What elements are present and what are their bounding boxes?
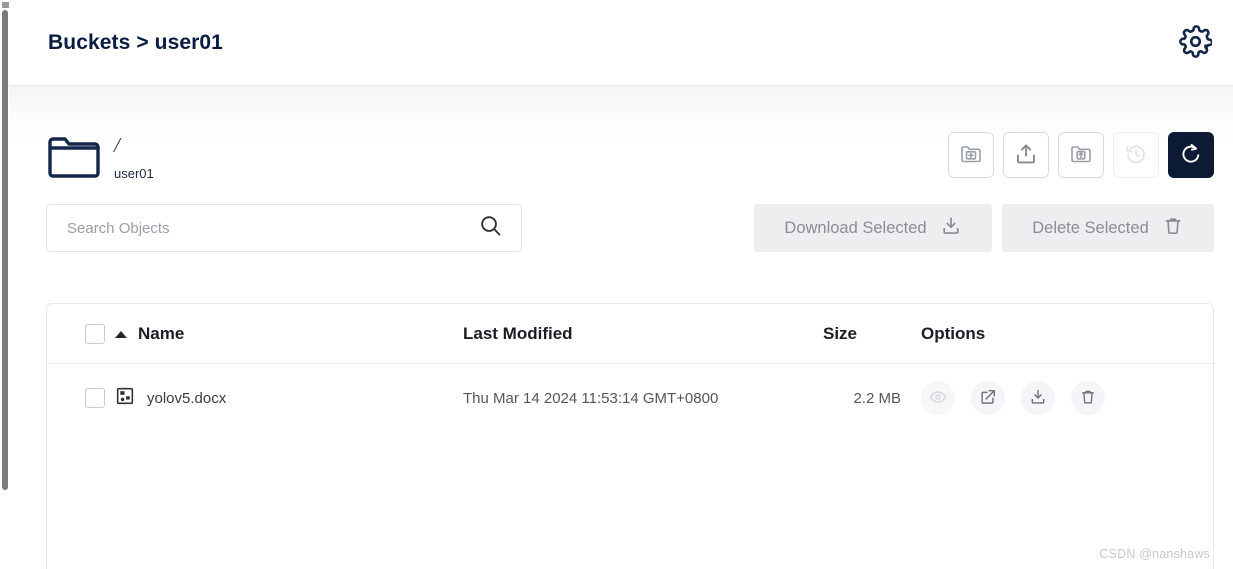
select-all-checkbox[interactable] bbox=[85, 324, 105, 344]
column-header-last-modified[interactable]: Last Modified bbox=[463, 304, 823, 364]
trash-icon bbox=[1162, 215, 1184, 242]
search-and-bulk-actions: Download Selected Delete Selected bbox=[46, 204, 1214, 252]
delete-selected-label: Delete Selected bbox=[1032, 219, 1149, 238]
search-icon[interactable] bbox=[478, 213, 503, 243]
gear-icon bbox=[1179, 25, 1212, 61]
breadcrumb: Buckets > user01 bbox=[48, 31, 223, 55]
preview-eye-icon bbox=[929, 388, 947, 409]
share-button[interactable] bbox=[971, 381, 1005, 415]
history-icon bbox=[1124, 142, 1148, 169]
download-selected-button[interactable]: Download Selected bbox=[754, 204, 992, 252]
content-area: / user01 bbox=[9, 86, 1233, 569]
download-selected-label: Download Selected bbox=[784, 219, 926, 238]
folder-icon bbox=[46, 131, 102, 179]
select-all-cell bbox=[47, 304, 115, 364]
share-icon bbox=[979, 388, 997, 409]
folder-info: / user01 bbox=[46, 130, 154, 181]
refresh-button[interactable] bbox=[1168, 132, 1214, 178]
version-history-button[interactable] bbox=[1113, 132, 1159, 178]
delete-selected-button[interactable]: Delete Selected bbox=[1002, 204, 1214, 252]
upload-file-icon bbox=[1014, 142, 1038, 169]
folder-toolbar-row: / user01 bbox=[46, 124, 1214, 186]
row-select-cell bbox=[47, 364, 115, 433]
page-header: Buckets > user01 bbox=[9, 0, 1233, 86]
table-header: Name Last Modified Size Options bbox=[47, 304, 1213, 364]
bulk-action-group: Download Selected Delete Selected bbox=[754, 204, 1214, 252]
download-icon bbox=[1029, 388, 1047, 409]
row-last-modified: Thu Mar 14 2024 11:53:14 GMT+0800 bbox=[463, 364, 823, 433]
folder-path-root: / bbox=[114, 134, 154, 156]
row-file-name: yolov5.docx bbox=[147, 390, 226, 407]
column-header-options-label: Options bbox=[907, 324, 985, 344]
row-size: 2.2 MB bbox=[823, 364, 907, 433]
search-objects-box[interactable] bbox=[46, 204, 522, 252]
folder-name: user01 bbox=[114, 167, 154, 181]
upload-file-button[interactable] bbox=[1003, 132, 1049, 178]
upload-folder-icon bbox=[1069, 142, 1093, 169]
sort-asc-icon bbox=[115, 331, 127, 338]
refresh-icon bbox=[1179, 142, 1203, 169]
csdn-watermark: CSDN @nanshaws bbox=[1099, 547, 1210, 561]
column-header-options: Options bbox=[907, 304, 1213, 364]
download-button[interactable] bbox=[1021, 381, 1055, 415]
page-scrollbar-thumb-cap[interactable] bbox=[2, 2, 9, 8]
download-icon bbox=[940, 215, 962, 242]
trash-icon bbox=[1079, 388, 1097, 409]
document-image-icon bbox=[115, 386, 135, 410]
row-name-cell: yolov5.docx bbox=[115, 364, 463, 433]
upload-folder-button[interactable] bbox=[1058, 132, 1104, 178]
objects-table-card: Name Last Modified Size Options bbox=[46, 303, 1214, 569]
row-options-cell bbox=[907, 364, 1213, 433]
folder-path: / user01 bbox=[114, 130, 154, 181]
search-input[interactable] bbox=[67, 220, 478, 237]
settings-button[interactable] bbox=[1173, 21, 1217, 65]
preview-button[interactable] bbox=[921, 381, 955, 415]
minio-object-browser: Buckets > user01 / bbox=[0, 0, 1233, 569]
table-header-row: Name Last Modified Size Options bbox=[47, 304, 1213, 364]
objects-table: Name Last Modified Size Options bbox=[47, 304, 1213, 432]
folder-actions bbox=[948, 132, 1214, 178]
column-header-name-label: Name bbox=[138, 324, 184, 344]
delete-button[interactable] bbox=[1071, 381, 1105, 415]
table-body: yolov5.docx Thu Mar 14 2024 11:53:14 GMT… bbox=[47, 364, 1213, 433]
page-scrollbar[interactable] bbox=[2, 10, 8, 490]
table-row[interactable]: yolov5.docx Thu Mar 14 2024 11:53:14 GMT… bbox=[47, 364, 1213, 433]
create-folder-button[interactable] bbox=[948, 132, 994, 178]
column-header-size[interactable]: Size bbox=[823, 304, 907, 364]
column-header-name[interactable]: Name bbox=[115, 304, 463, 364]
row-checkbox[interactable] bbox=[85, 388, 105, 408]
create-folder-icon bbox=[959, 142, 983, 169]
